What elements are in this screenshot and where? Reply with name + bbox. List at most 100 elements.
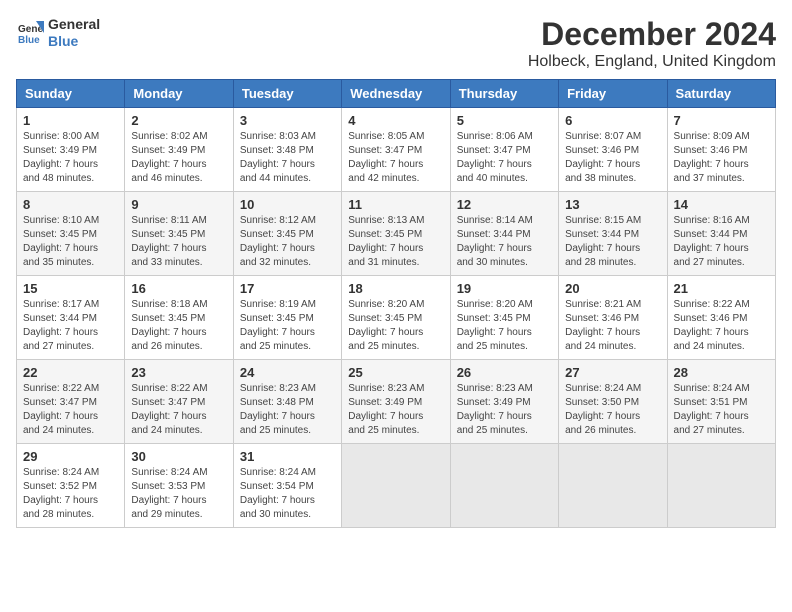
day-number: 18 (348, 281, 443, 296)
logo-text-line2: Blue (48, 33, 100, 50)
day-info: Sunrise: 8:00 AM Sunset: 3:49 PM Dayligh… (23, 130, 118, 186)
day-number: 10 (240, 197, 335, 212)
calendar-day-cell: 6Sunrise: 8:07 AM Sunset: 3:46 PM Daylig… (559, 108, 667, 192)
day-info: Sunrise: 8:09 AM Sunset: 3:46 PM Dayligh… (674, 130, 769, 186)
day-info: Sunrise: 8:22 AM Sunset: 3:47 PM Dayligh… (131, 382, 226, 438)
calendar-day-cell: 16 Sunrise: 8:18 AM Sunset: 3:45 PM Dayli… (125, 276, 233, 360)
day-info: Sunrise: 8:06 AM Sunset: 3:47 PM Dayligh… (457, 130, 552, 186)
calendar-day-cell: 30Sunrise: 8:24 AM Sunset: 3:53 PM Dayli… (125, 444, 233, 528)
calendar-day-cell: 8 Sunrise: 8:10 AM Sunset: 3:45 PM Daylig… (17, 192, 125, 276)
calendar-day-cell: 13Sunrise: 8:15 AM Sunset: 3:44 PM Dayli… (559, 192, 667, 276)
calendar-day-cell: 1 Sunrise: 8:00 AM Sunset: 3:49 PM Daylig… (17, 108, 125, 192)
day-info: Sunrise: 8:15 AM Sunset: 3:44 PM Dayligh… (565, 214, 660, 270)
calendar-day-cell: 14 Sunrise: 8:16 AM Sunset: 3:44 PM Dayli… (667, 192, 775, 276)
day-number: 24 (240, 365, 335, 380)
day-info: Sunrise: 8:20 AM Sunset: 3:45 PM Dayligh… (348, 298, 443, 354)
calendar-day-cell: 7 Sunrise: 8:09 AM Sunset: 3:46 PM Daylig… (667, 108, 775, 192)
calendar-day-cell: 22Sunrise: 8:22 AM Sunset: 3:47 PM Dayli… (17, 360, 125, 444)
day-info: Sunrise: 8:13 AM Sunset: 3:45 PM Dayligh… (348, 214, 443, 270)
calendar-day-cell: 11 Sunrise: 8:13 AM Sunset: 3:45 PM Dayli… (342, 192, 450, 276)
day-info: Sunrise: 8:18 AM Sunset: 3:45 PM Dayligh… (131, 298, 226, 354)
day-number: 25 (348, 365, 443, 380)
day-number: 8 (23, 197, 118, 212)
calendar-day-cell: 26 Sunrise: 8:23 AM Sunset: 3:49 PM Dayli… (450, 360, 558, 444)
calendar-day-cell: 10 Sunrise: 8:12 AM Sunset: 3:45 PM Dayli… (233, 192, 341, 276)
calendar-day-cell: 25Sunrise: 8:23 AM Sunset: 3:49 PM Dayli… (342, 360, 450, 444)
calendar-week-row: 29 Sunrise: 8:24 AM Sunset: 3:52 PM Dayli… (17, 444, 776, 528)
day-info: Sunrise: 8:23 AM Sunset: 3:48 PM Dayligh… (240, 382, 335, 438)
day-info: Sunrise: 8:20 AM Sunset: 3:45 PM Dayligh… (457, 298, 552, 354)
day-number: 23 (131, 365, 226, 380)
calendar-header-row: SundayMondayTuesdayWednesdayThursdayFrid… (17, 80, 776, 108)
calendar-day-cell: 19Sunrise: 8:20 AM Sunset: 3:45 PM Dayli… (450, 276, 558, 360)
day-number: 14 (674, 197, 769, 212)
day-number: 27 (565, 365, 660, 380)
day-info: Sunrise: 8:14 AM Sunset: 3:44 PM Dayligh… (457, 214, 552, 270)
weekday-header-cell: Tuesday (233, 80, 341, 108)
day-number: 5 (457, 113, 552, 128)
day-info: Sunrise: 8:21 AM Sunset: 3:46 PM Dayligh… (565, 298, 660, 354)
day-number: 3 (240, 113, 335, 128)
day-info: Sunrise: 8:11 AM Sunset: 3:45 PM Dayligh… (131, 214, 226, 270)
day-info: Sunrise: 8:22 AM Sunset: 3:46 PM Dayligh… (674, 298, 769, 354)
calendar-body: 1 Sunrise: 8:00 AM Sunset: 3:49 PM Daylig… (17, 108, 776, 528)
day-number: 1 (23, 113, 118, 128)
day-info: Sunrise: 8:23 AM Sunset: 3:49 PM Dayligh… (457, 382, 552, 438)
calendar-week-row: 1 Sunrise: 8:00 AM Sunset: 3:49 PM Daylig… (17, 108, 776, 192)
day-info: Sunrise: 8:10 AM Sunset: 3:45 PM Dayligh… (23, 214, 118, 270)
day-number: 30 (131, 449, 226, 464)
day-number: 2 (131, 113, 226, 128)
calendar-day-cell: 18 Sunrise: 8:20 AM Sunset: 3:45 PM Dayli… (342, 276, 450, 360)
day-info: Sunrise: 8:16 AM Sunset: 3:44 PM Dayligh… (674, 214, 769, 270)
month-title: December 2024 (528, 16, 776, 53)
day-info: Sunrise: 8:19 AM Sunset: 3:45 PM Dayligh… (240, 298, 335, 354)
calendar-day-cell: 15Sunrise: 8:17 AM Sunset: 3:44 PM Dayli… (17, 276, 125, 360)
weekday-header-cell: Monday (125, 80, 233, 108)
calendar-day-cell: 3 Sunrise: 8:03 AM Sunset: 3:48 PM Daylig… (233, 108, 341, 192)
day-number: 22 (23, 365, 118, 380)
logo: General Blue General Blue (16, 16, 100, 50)
calendar-day-cell: 9Sunrise: 8:11 AM Sunset: 3:45 PM Daylig… (125, 192, 233, 276)
day-number: 20 (565, 281, 660, 296)
day-info: Sunrise: 8:12 AM Sunset: 3:45 PM Dayligh… (240, 214, 335, 270)
calendar-day-cell: 12 Sunrise: 8:14 AM Sunset: 3:44 PM Dayli… (450, 192, 558, 276)
day-number: 11 (348, 197, 443, 212)
calendar-day-cell: 20 Sunrise: 8:21 AM Sunset: 3:46 PM Dayli… (559, 276, 667, 360)
day-number: 15 (23, 281, 118, 296)
logo-text-line1: General (48, 16, 100, 33)
calendar-week-row: 15Sunrise: 8:17 AM Sunset: 3:44 PM Dayli… (17, 276, 776, 360)
day-info: Sunrise: 8:24 AM Sunset: 3:50 PM Dayligh… (565, 382, 660, 438)
calendar-day-cell: 24 Sunrise: 8:23 AM Sunset: 3:48 PM Dayli… (233, 360, 341, 444)
calendar-day-cell: 29 Sunrise: 8:24 AM Sunset: 3:52 PM Dayli… (17, 444, 125, 528)
day-info: Sunrise: 8:03 AM Sunset: 3:48 PM Dayligh… (240, 130, 335, 186)
day-number: 12 (457, 197, 552, 212)
calendar-day-cell: 2 Sunrise: 8:02 AM Sunset: 3:49 PM Daylig… (125, 108, 233, 192)
calendar-day-cell: 17 Sunrise: 8:19 AM Sunset: 3:45 PM Dayli… (233, 276, 341, 360)
day-number: 17 (240, 281, 335, 296)
logo-icon: General Blue (16, 19, 44, 47)
day-info: Sunrise: 8:24 AM Sunset: 3:52 PM Dayligh… (23, 466, 118, 522)
calendar-table: SundayMondayTuesdayWednesdayThursdayFrid… (16, 79, 776, 528)
calendar-day-cell (342, 444, 450, 528)
calendar-day-cell (559, 444, 667, 528)
day-number: 29 (23, 449, 118, 464)
day-number: 28 (674, 365, 769, 380)
day-info: Sunrise: 8:24 AM Sunset: 3:54 PM Dayligh… (240, 466, 335, 522)
location-title: Holbeck, England, United Kingdom (528, 53, 776, 71)
calendar-day-cell: 4Sunrise: 8:05 AM Sunset: 3:47 PM Daylig… (342, 108, 450, 192)
weekday-header-cell: Saturday (667, 80, 775, 108)
day-number: 6 (565, 113, 660, 128)
day-number: 7 (674, 113, 769, 128)
calendar-day-cell: 27 Sunrise: 8:24 AM Sunset: 3:50 PM Dayli… (559, 360, 667, 444)
day-number: 16 (131, 281, 226, 296)
day-info: Sunrise: 8:02 AM Sunset: 3:49 PM Dayligh… (131, 130, 226, 186)
day-number: 26 (457, 365, 552, 380)
weekday-header-cell: Wednesday (342, 80, 450, 108)
calendar-day-cell: 31Sunrise: 8:24 AM Sunset: 3:54 PM Dayli… (233, 444, 341, 528)
calendar-day-cell: 21Sunrise: 8:22 AM Sunset: 3:46 PM Dayli… (667, 276, 775, 360)
weekday-header-cell: Friday (559, 80, 667, 108)
calendar-day-cell: 5 Sunrise: 8:06 AM Sunset: 3:47 PM Daylig… (450, 108, 558, 192)
day-info: Sunrise: 8:24 AM Sunset: 3:51 PM Dayligh… (674, 382, 769, 438)
calendar-week-row: 8 Sunrise: 8:10 AM Sunset: 3:45 PM Daylig… (17, 192, 776, 276)
weekday-header-cell: Sunday (17, 80, 125, 108)
